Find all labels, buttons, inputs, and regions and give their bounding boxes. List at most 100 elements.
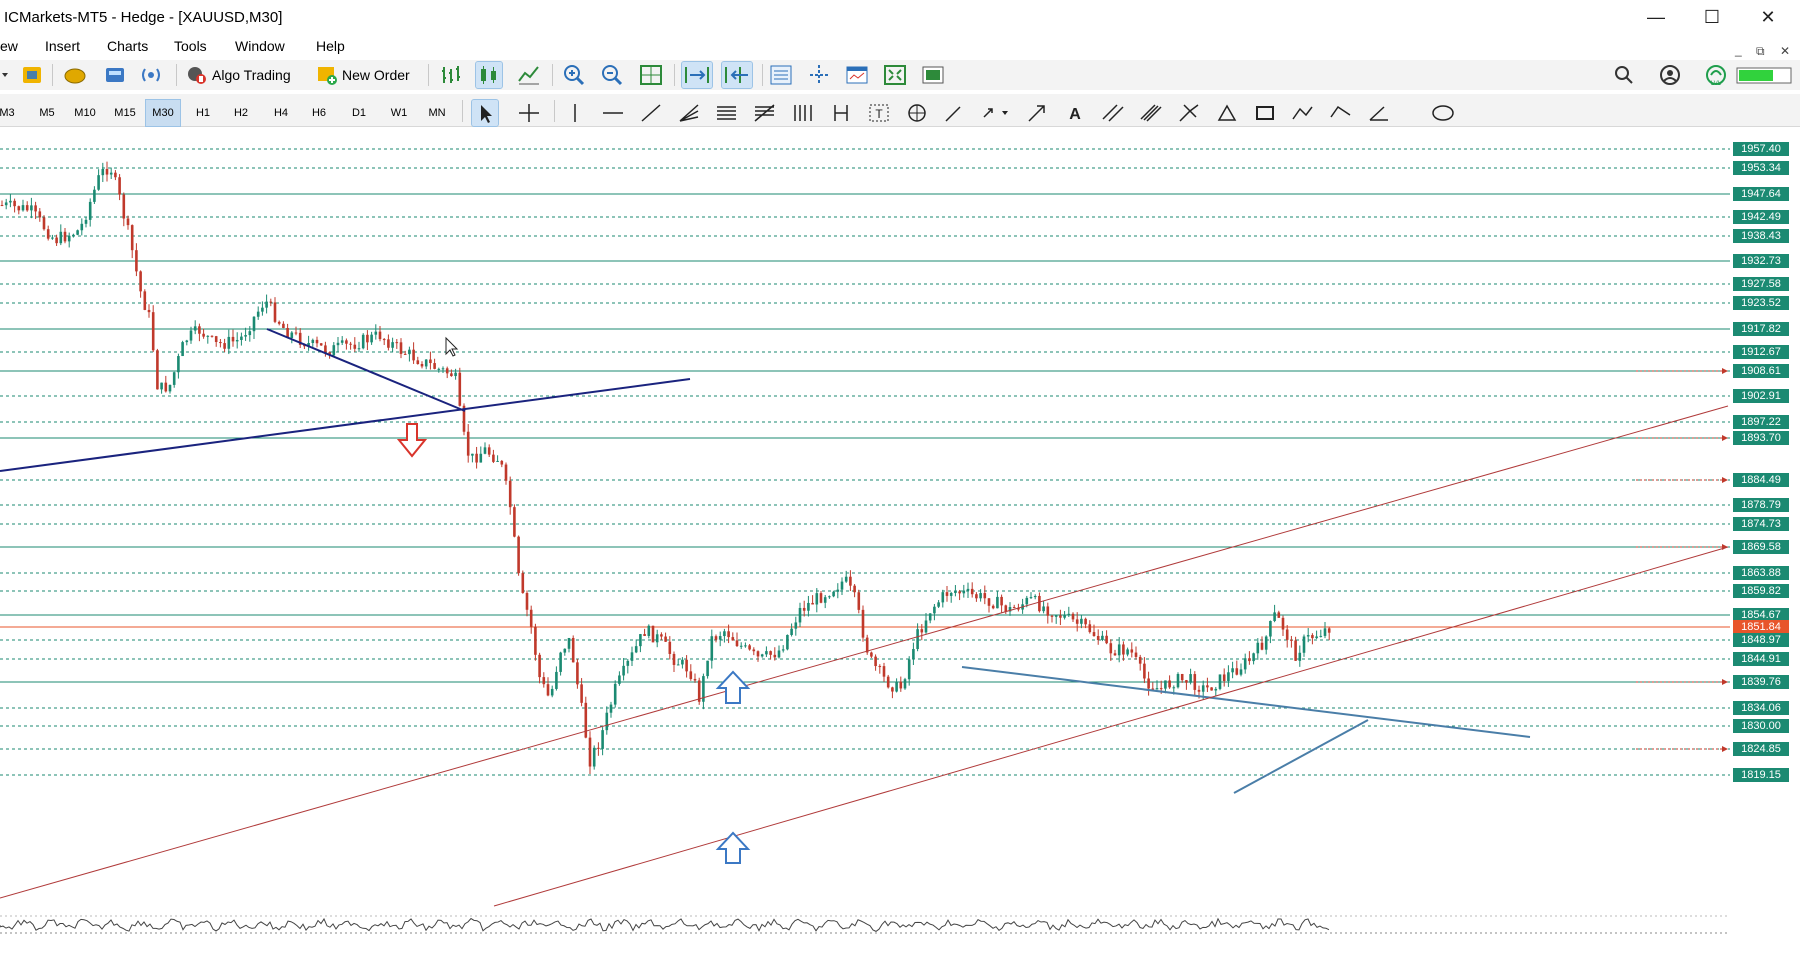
gann-fan-icon[interactable] — [904, 100, 930, 126]
menu-charts[interactable]: Charts — [107, 38, 148, 54]
candle-body — [353, 344, 357, 349]
candle-body — [1243, 658, 1247, 670]
screenshot-icon[interactable] — [920, 62, 946, 88]
elliott-correction-icon[interactable] — [1328, 100, 1354, 126]
auto-scroll-icon[interactable] — [681, 61, 713, 89]
candle-body — [1134, 652, 1138, 657]
fibonacci-time-zones-icon[interactable] — [790, 100, 816, 126]
fibonacci-expansion-icon[interactable] — [752, 100, 778, 126]
candle-body — [983, 593, 987, 599]
menu-tools[interactable]: Tools — [174, 38, 207, 54]
price-level-label: 1844.91 — [1733, 652, 1789, 666]
fibonacci-fan-icon[interactable] — [676, 100, 702, 126]
candle-body — [781, 649, 785, 651]
menu-window[interactable]: Window — [235, 38, 285, 54]
timeframe-h1[interactable]: H1 — [186, 100, 220, 126]
chart-shift-icon[interactable] — [721, 61, 753, 89]
candle-body — [979, 593, 982, 599]
mdi-minimize-button[interactable]: _ — [1735, 43, 1742, 57]
line-chart-icon[interactable] — [516, 62, 542, 88]
cycle-lines-icon[interactable] — [828, 100, 854, 126]
menu-view[interactable]: ew — [0, 38, 18, 54]
candle-body — [975, 594, 978, 599]
angle-icon[interactable] — [1366, 100, 1392, 126]
algo-trading-button[interactable]: Algo Trading — [186, 62, 291, 88]
rectangle-icon[interactable] — [1252, 100, 1278, 126]
vertical-line-icon[interactable] — [562, 100, 588, 126]
signal-icon[interactable] — [138, 62, 164, 88]
candle-body — [1050, 615, 1054, 617]
candle-body — [723, 631, 726, 637]
close-button[interactable]: ✕ — [1740, 0, 1796, 34]
candle-body — [172, 372, 176, 385]
search-icon[interactable] — [1612, 62, 1636, 88]
market-watch-icon[interactable] — [20, 62, 46, 88]
candle-body — [80, 223, 84, 231]
fibonacci-retracement-icon[interactable] — [714, 100, 740, 126]
tile-windows-icon[interactable] — [638, 62, 664, 88]
alert-arrow — [1722, 477, 1728, 483]
bar-chart-icon[interactable] — [438, 62, 464, 88]
candle-body — [878, 666, 882, 668]
candle-body — [1214, 688, 1218, 691]
arrow-line-icon[interactable] — [1024, 100, 1050, 126]
data-window-icon[interactable] — [102, 62, 128, 88]
crosshair-icon[interactable] — [516, 100, 542, 126]
dropdown-arrow-icon[interactable] — [0, 62, 10, 88]
candle-body — [504, 464, 508, 481]
full-screen-icon[interactable] — [882, 62, 908, 88]
timeframe-m30[interactable]: M30 — [145, 99, 181, 127]
text-icon[interactable]: T — [866, 100, 892, 126]
timeframe-mn[interactable]: MN — [420, 100, 454, 126]
menu-help[interactable]: Help — [316, 38, 345, 54]
mdi-close-button[interactable]: ✕ — [1780, 44, 1790, 58]
timeframe-h2[interactable]: H2 — [224, 100, 258, 126]
chart-canvas[interactable] — [0, 127, 1800, 965]
toolbar-separator — [762, 64, 763, 86]
timeframe-h6[interactable]: H6 — [302, 100, 336, 126]
candle-body — [1306, 635, 1310, 637]
signal-status-icon[interactable]: LVL — [1702, 62, 1730, 88]
indicators-list-icon[interactable] — [768, 62, 794, 88]
equidistant-channel-icon[interactable] — [1100, 100, 1126, 126]
timeframe-m5[interactable]: M5 — [30, 100, 64, 126]
timeframe-m3[interactable]: M3 — [0, 100, 24, 126]
gold-coin-icon[interactable] — [62, 62, 88, 88]
std-deviation-channel-icon[interactable] — [1138, 100, 1164, 126]
timeframe-m10[interactable]: M10 — [68, 100, 102, 126]
mdi-restore-button[interactable]: ⧉ — [1756, 44, 1765, 59]
gann-line-icon[interactable] — [942, 100, 968, 126]
menu-insert[interactable]: Insert — [45, 38, 80, 54]
maximize-button[interactable]: ☐ — [1684, 0, 1740, 34]
candle-body — [941, 592, 945, 603]
elliott-wave-icon[interactable] — [1290, 100, 1316, 126]
algo-trading-label: Algo Trading — [212, 67, 291, 83]
zoom-in-icon[interactable] — [562, 62, 588, 88]
candle-body — [1206, 685, 1209, 688]
andrews-pitchfork-icon[interactable] — [1176, 100, 1202, 126]
triangle-icon[interactable] — [1214, 100, 1240, 126]
ellipse-icon[interactable] — [1430, 100, 1456, 126]
timeframe-d1[interactable]: D1 — [342, 100, 376, 126]
candle-body — [9, 200, 12, 203]
account-icon[interactable] — [1658, 62, 1682, 88]
candle-body — [794, 622, 798, 629]
timeframe-m15[interactable]: M15 — [108, 100, 142, 126]
new-order-button[interactable]: New Order — [316, 62, 410, 88]
templates-icon[interactable] — [844, 62, 870, 88]
minimize-button[interactable]: — — [1628, 0, 1684, 34]
timeframe-h4[interactable]: H4 — [264, 100, 298, 126]
period-separators-icon[interactable] — [806, 62, 832, 88]
candle-body — [748, 645, 751, 650]
label-icon[interactable]: A — [1062, 100, 1088, 126]
arrows-dropdown-icon[interactable] — [980, 100, 1012, 126]
trendline-icon[interactable] — [638, 100, 664, 126]
candlestick-chart-icon[interactable] — [475, 61, 503, 89]
zoom-out-icon[interactable] — [600, 62, 626, 88]
price-chart[interactable] — [0, 127, 1800, 965]
timeframe-w1[interactable]: W1 — [382, 100, 416, 126]
horizontal-line-icon[interactable] — [600, 100, 626, 126]
candle-body — [147, 309, 151, 313]
cursor-icon[interactable] — [471, 99, 499, 127]
candle-body — [580, 684, 583, 703]
